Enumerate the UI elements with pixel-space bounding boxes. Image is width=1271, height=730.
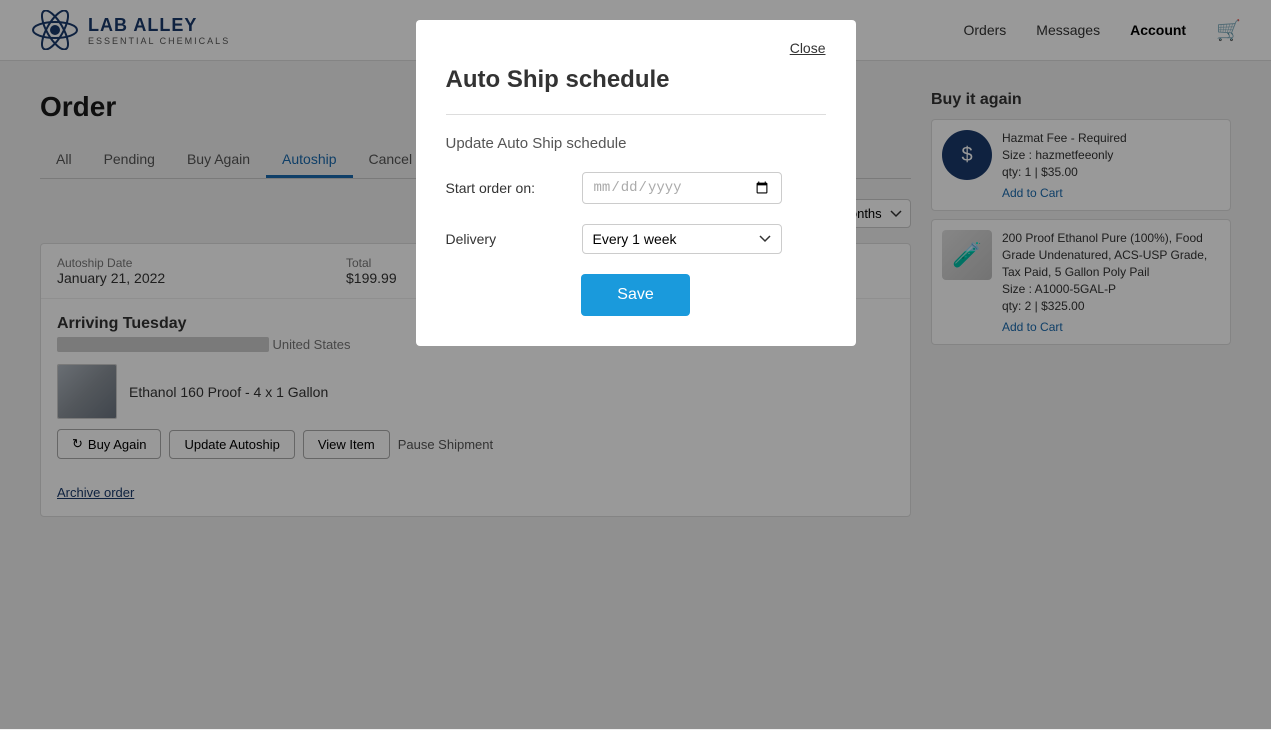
- start-order-label: Start order on:: [446, 180, 566, 196]
- modal-title: Auto Ship schedule: [446, 66, 826, 94]
- delivery-label: Delivery: [446, 231, 566, 247]
- modal-divider: [446, 114, 826, 115]
- start-order-row: Start order on:: [446, 172, 826, 204]
- save-button[interactable]: Save: [581, 274, 689, 316]
- modal-close-row: Close: [446, 40, 826, 56]
- start-date-input[interactable]: [593, 179, 771, 197]
- delivery-select[interactable]: Every 1 week Every 2 weeks Every 3 weeks…: [582, 224, 782, 254]
- modal-subtitle: Update Auto Ship schedule: [446, 135, 826, 152]
- modal-overlay: Close Auto Ship schedule Update Auto Shi…: [0, 0, 1271, 729]
- modal-close-button[interactable]: Close: [790, 40, 826, 56]
- auto-ship-modal: Close Auto Ship schedule Update Auto Shi…: [416, 20, 856, 346]
- delivery-row: Delivery Every 1 week Every 2 weeks Ever…: [446, 224, 826, 254]
- date-input-wrapper: [582, 172, 782, 204]
